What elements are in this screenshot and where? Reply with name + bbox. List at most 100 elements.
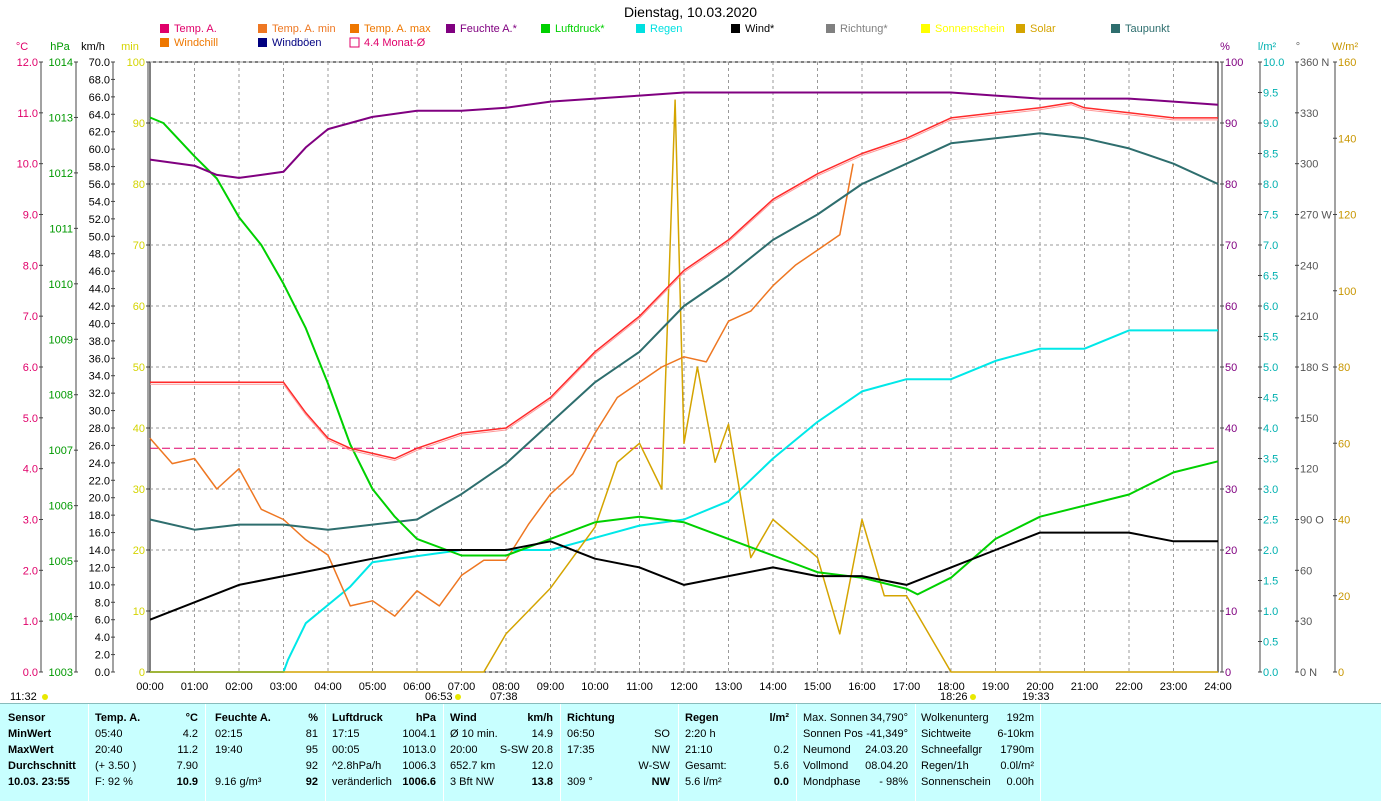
weather-chart: Temp. A. Temp. A. min Temp. A. max Feuchte … <box>10 23 1358 703</box>
stats-cell: 9.16 g/m³ <box>215 776 262 788</box>
legend-swatch <box>731 24 740 33</box>
stats-cell: 309 ° <box>567 776 593 788</box>
stats-row: 9.16 g/m³ 92 <box>215 774 318 790</box>
axis-tick-label: 1012 <box>49 168 73 180</box>
axis-tick-label: 0 N <box>1300 667 1317 679</box>
axis-tick-label: 90 <box>133 118 145 130</box>
sunrise-icon <box>455 694 461 700</box>
stats-cell: Ø 10 min. <box>450 728 498 740</box>
axis-tick-label: 3.0 <box>23 515 38 527</box>
legend-swatch <box>541 24 550 33</box>
x-tick-label: 15:00 <box>804 681 832 693</box>
axis-tick-label: 2.5 <box>1263 515 1278 527</box>
axis-tick-label: 20.0 <box>89 493 110 505</box>
axis-tick-label: 11.0 <box>17 108 38 120</box>
stats-col-press: Luftdruck hPa 17:15 1004.1 00:05 1013.0 ^2.8hP… <box>332 710 436 790</box>
unit-label: hPa <box>50 41 70 53</box>
legend-item: Sonnenschein <box>921 23 1005 35</box>
legend-swatch <box>160 24 169 33</box>
axis-tick-label: 68.0 <box>89 74 110 86</box>
stats-row: 92 <box>215 758 318 774</box>
axis-tick-label: 1.0 <box>23 616 38 628</box>
stats-row: 17:15 1004.1 <box>332 726 436 742</box>
legend-swatch <box>921 24 930 33</box>
axis-tick-label: 3.0 <box>1263 484 1278 496</box>
legend-label: Windchill <box>174 37 218 49</box>
axis-tick-label: 0 <box>1225 667 1231 679</box>
axis-tick-label: 60 <box>1225 301 1237 313</box>
axis-tick-label: 120 <box>1338 210 1356 222</box>
axis-tick-label: 1.0 <box>1263 606 1278 618</box>
legend-item: Windböen <box>258 37 322 49</box>
axis-tick-label: 30 <box>1300 616 1312 628</box>
axis-tick-label: 4.0 <box>23 464 38 476</box>
stats-value: 0.2 <box>773 744 789 756</box>
axis-tick-label: 4.0 <box>95 632 110 644</box>
sunrise-b-time: 07:38 <box>490 691 518 703</box>
stats-value: 0.0 <box>773 776 789 788</box>
stats-row: Sonnen Pos -41,349° <box>803 726 908 742</box>
stats-cell: 19:40 <box>215 744 243 756</box>
legend-label: Solar <box>1030 23 1056 35</box>
axis-tick-label: 5.0 <box>23 413 38 425</box>
axis-tick-label: 1005 <box>49 556 73 568</box>
legend-label: Regen <box>650 23 682 35</box>
legend-label: Richtung* <box>840 23 888 35</box>
legend-swatch <box>636 24 645 33</box>
axis-tick-label: 28.0 <box>89 423 110 435</box>
stats-col-temp: Temp. A. °C 05:40 4.2 20:40 11.2 (+ 3.50 ) 7.90… <box>95 710 198 790</box>
stats-value: 1006.6 <box>402 776 436 788</box>
stats-value: 5.6 <box>773 760 789 772</box>
legend-label: Temp. A. <box>174 23 217 35</box>
axis-tick-label: 36.0 <box>89 353 110 365</box>
stats-col-misc: Wolkenunterg 192m Sichtweite 6-10km Schneefa… <box>921 710 1034 790</box>
x-tick-label: 02:00 <box>225 681 253 693</box>
sensor-header: Sensor <box>8 712 46 724</box>
legend-swatch <box>826 24 835 33</box>
axis-tick-label: 100 <box>1338 286 1356 298</box>
axis-tick-label: 30.0 <box>89 406 110 418</box>
legend-item: 4.4 Monat-Ø <box>349 37 426 49</box>
axis-tick-label: 210 <box>1300 311 1318 323</box>
x-tick-label: 10:00 <box>581 681 609 693</box>
axis-tick-label: 80 <box>1338 362 1350 374</box>
stats-row: Vollmond 08.04.20 <box>803 758 908 774</box>
axis-tick-label: 40 <box>133 423 145 435</box>
stats-cell: Regen/1h <box>921 760 969 772</box>
axis-tick-label: 42.0 <box>89 301 110 313</box>
legend-label: Temp. A. max <box>364 23 431 35</box>
stats-col-dir: Richtung 06:50 SO 17:35 NW W-SW 309 ° NW <box>567 710 670 790</box>
axis-tick-label: 2.0 <box>1263 545 1278 557</box>
axis-tick-label: 22.0 <box>89 475 110 487</box>
axis-tick-label: 16.0 <box>89 528 110 540</box>
stats-cell: 652.7 km <box>450 760 496 772</box>
stats-cell: Sonnen Pos <box>803 728 863 740</box>
unit-label: % <box>1220 41 1230 53</box>
stats-value: NW <box>651 744 670 756</box>
axis-tick-label: 0.0 <box>95 667 110 679</box>
axis-tick-label: 12.0 <box>17 57 38 69</box>
axis-tick-label: 62.0 <box>89 127 110 139</box>
axis-tick-label: 1011 <box>49 223 73 235</box>
footer-left-time: 11:32 <box>10 691 37 703</box>
legend-item: Solar <box>1016 23 1056 35</box>
stats-value: 92 <box>305 776 318 788</box>
axis-tick-label: 8.0 <box>1263 179 1278 191</box>
stats-row: Wolkenunterg 192m <box>921 710 1034 726</box>
stats-cell: 3 Bft NW <box>450 776 495 788</box>
x-tick-label: 13:00 <box>715 681 743 693</box>
stats-row: 3 Bft NW 13.8 <box>450 774 553 790</box>
axis-tick-label: 1009 <box>49 334 73 346</box>
stats-cell: Sichtweite <box>921 728 972 740</box>
legend-label: 4.4 Monat-Ø <box>364 37 426 49</box>
x-tick-labels: 00:00 01:00 02:00 03:00 04:00 05:00 06:00 07:00… <box>136 681 1232 693</box>
legend-item: Temp. A. max <box>350 23 431 35</box>
stats-cell: 5.6 l/m² <box>685 776 722 788</box>
unit-label: ° <box>1296 41 1300 53</box>
axis-tick-label: 64.0 <box>89 109 110 121</box>
stats-row: 17:35 NW <box>567 742 670 758</box>
axis-tick-label: 300 <box>1300 159 1318 171</box>
axis-tick-label: 60 <box>1300 565 1312 577</box>
axis-tick-label: 58.0 <box>89 162 110 174</box>
axis-tick-label: 8.0 <box>23 260 38 272</box>
